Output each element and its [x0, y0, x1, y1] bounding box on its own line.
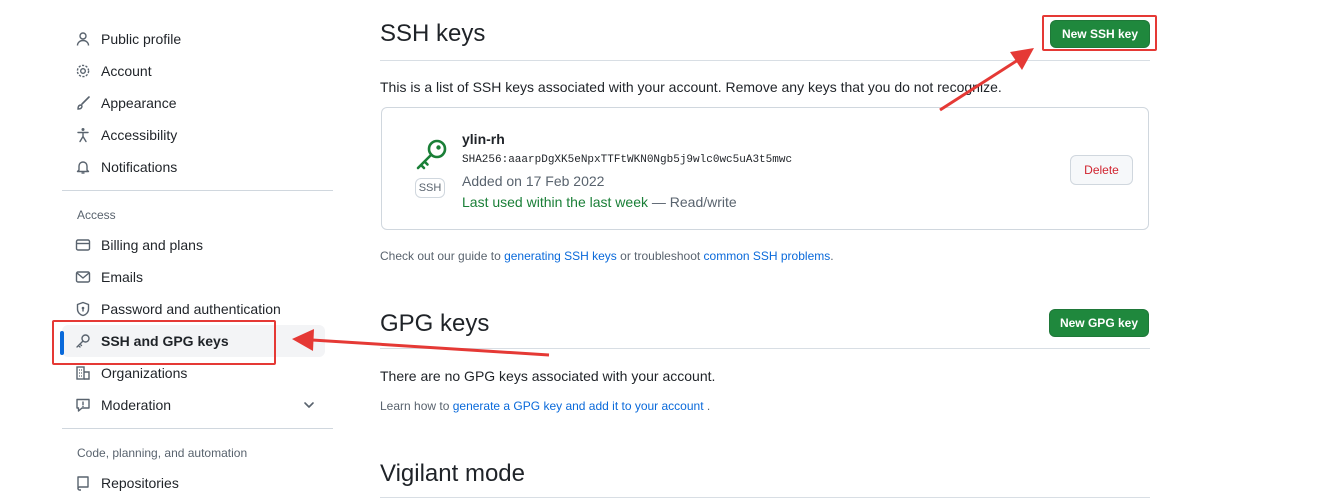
- chevron-down-icon[interactable]: [302, 398, 316, 412]
- ssh-guide-note: Check out our guide to generating SSH ke…: [380, 249, 834, 263]
- sidebar-item-billing[interactable]: Billing and plans: [62, 229, 325, 261]
- vigilant-mode-title: Vigilant mode: [380, 460, 525, 487]
- sidebar-item-repositories[interactable]: Repositories: [62, 467, 325, 499]
- ssh-badge: SSH: [415, 178, 445, 198]
- sidebar-item-label: Password and authentication: [101, 301, 281, 317]
- sidebar-item-account[interactable]: Account: [62, 55, 325, 87]
- section-divider: [380, 348, 1150, 349]
- sidebar-item-label: SSH and GPG keys: [101, 333, 229, 349]
- key-fingerprint: SHA256:aaarpDgXK5eNpxTTFtWKN0Ngb5j9wlc0w…: [462, 154, 793, 166]
- shield-lock-icon: [75, 301, 91, 317]
- section-divider: [380, 497, 1150, 498]
- sidebar-item-password-authentication[interactable]: Password and authentication: [62, 293, 325, 325]
- sidebar-item-label: Moderation: [101, 397, 172, 413]
- ssh-key-card: SSH ylin-rh SHA256:aaarpDgXK5eNpxTTFtWKN…: [381, 107, 1149, 230]
- bell-icon: [75, 159, 91, 175]
- gpg-keys-title: GPG keys: [380, 310, 490, 337]
- sidebar-item-label: Emails: [101, 269, 144, 285]
- mail-icon: [75, 269, 91, 285]
- sidebar-item-notifications[interactable]: Notifications: [62, 151, 325, 183]
- repo-icon: [75, 475, 91, 491]
- sidebar-item-label: Public profile: [101, 31, 182, 47]
- learn-suffix-text: .: [703, 399, 711, 413]
- key-icon: [75, 333, 91, 349]
- generating-ssh-keys-link[interactable]: generating SSH keys: [504, 249, 617, 263]
- delete-key-button[interactable]: Delete: [1070, 155, 1133, 185]
- guide-suffix-text: .: [830, 249, 834, 263]
- key-icon: [414, 138, 448, 174]
- access-level-text: — Read/write: [648, 194, 737, 210]
- sidebar-item-label: Accessibility: [101, 127, 178, 143]
- guide-middle-text: or troubleshoot: [616, 249, 704, 263]
- sidebar-heading-code: Code, planning, and automation: [77, 446, 248, 460]
- generate-gpg-key-link[interactable]: generate a GPG key and add it to your ac…: [453, 399, 704, 413]
- guide-prefix-text: Check out our guide to: [380, 249, 505, 263]
- sidebar-item-accessibility[interactable]: Accessibility: [62, 119, 325, 151]
- new-gpg-key-button[interactable]: New GPG key: [1049, 309, 1149, 337]
- key-last-used: Last used within the last week — Read/wr…: [462, 194, 737, 210]
- sidebar-item-label: Notifications: [101, 159, 178, 175]
- last-used-text: Last used within the last week: [462, 194, 648, 210]
- sidebar-item-label: Organizations: [101, 365, 188, 381]
- sidebar-heading-access: Access: [77, 208, 116, 222]
- sidebar-item-label: Account: [101, 63, 152, 79]
- gpg-empty-text: There are no GPG keys associated with yo…: [380, 368, 716, 384]
- key-added-date: Added on 17 Feb 2022: [462, 173, 605, 189]
- sidebar-item-emails[interactable]: Emails: [62, 261, 325, 293]
- sidebar-item-ssh-gpg-keys[interactable]: SSH and GPG keys: [60, 325, 325, 357]
- ssh-keys-description: This is a list of SSH keys associated wi…: [380, 79, 1002, 95]
- accessibility-icon: [75, 127, 91, 143]
- active-indicator: [60, 331, 64, 355]
- person-icon: [75, 31, 91, 47]
- key-title: ylin-rh: [462, 131, 505, 147]
- report-icon: [75, 397, 91, 413]
- sidebar-item-label: Repositories: [101, 475, 179, 491]
- sidebar-item-label: Appearance: [101, 95, 177, 111]
- sidebar-divider: [62, 190, 333, 191]
- sidebar-divider: [62, 428, 333, 429]
- ssh-keys-title: SSH keys: [380, 20, 486, 47]
- common-ssh-problems-link[interactable]: common SSH problems: [704, 249, 831, 263]
- sidebar-item-appearance[interactable]: Appearance: [62, 87, 325, 119]
- sidebar-item-organizations[interactable]: Organizations: [62, 357, 325, 389]
- new-ssh-key-button[interactable]: New SSH key: [1050, 20, 1150, 48]
- gpg-learn-note: Learn how to generate a GPG key and add …: [380, 399, 710, 413]
- credit-card-icon: [75, 237, 91, 253]
- sidebar-item-moderation[interactable]: Moderation: [62, 389, 325, 421]
- gear-icon: [75, 63, 91, 79]
- organization-icon: [75, 365, 91, 381]
- sidebar-item-public-profile[interactable]: Public profile: [62, 23, 325, 55]
- sidebar-item-label: Billing and plans: [101, 237, 203, 253]
- paintbrush-icon: [75, 95, 91, 111]
- section-divider: [380, 60, 1150, 61]
- learn-prefix-text: Learn how to: [380, 399, 453, 413]
